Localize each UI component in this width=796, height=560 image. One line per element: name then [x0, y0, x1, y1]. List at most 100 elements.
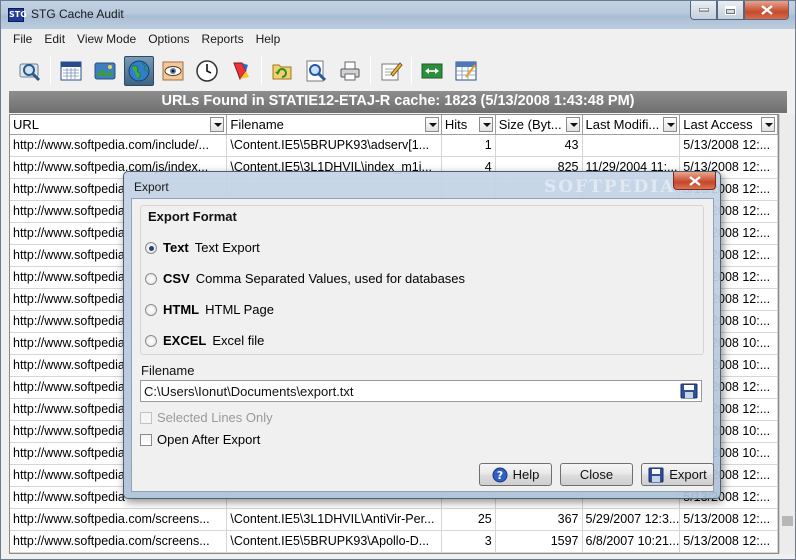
watermark: SOFTPEDIA: [544, 177, 676, 197]
title-bar[interactable]: STG STG Cache Audit: [1, 1, 795, 29]
column-filter-dropdown[interactable]: [565, 117, 580, 132]
column-filter-dropdown[interactable]: [663, 117, 678, 132]
clock-icon: [196, 60, 218, 82]
calendar-icon: [60, 61, 82, 81]
eye-icon: [162, 61, 184, 81]
format-option-excel[interactable]: EXCEL Excel file: [145, 333, 264, 348]
globe-button[interactable]: [124, 56, 154, 86]
checkbox-box[interactable]: [140, 433, 152, 446]
selected-lines-only-checkbox: Selected Lines Only: [140, 410, 273, 425]
landscape-icon: [94, 62, 116, 80]
help-icon: ?: [492, 467, 508, 483]
cell-url: http://www.softpedia.com/screens...: [10, 509, 228, 531]
radio-csv[interactable]: [145, 272, 157, 285]
column-header-size[interactable]: Size (Byt...: [496, 115, 583, 135]
table-header: URL Filename Hits Size (Byt... Last Modi…: [10, 115, 778, 135]
menu-view-mode[interactable]: View Mode: [71, 32, 142, 46]
refresh-folder-button[interactable]: [267, 56, 297, 86]
minimize-button[interactable]: [690, 1, 717, 20]
table-row[interactable]: http://www.softpedia.com/screens... \Cont…: [10, 531, 778, 553]
paint-button[interactable]: [226, 56, 256, 86]
cell-last-modified: 6/8/2007 10:21...: [583, 531, 681, 553]
cell-last-access: 5/13/2008 12:...: [680, 135, 778, 157]
menu-reports[interactable]: Reports: [196, 32, 250, 46]
toolbar-separator: [261, 57, 262, 85]
toolbar-separator: [50, 57, 51, 85]
calendar-button[interactable]: [56, 56, 86, 86]
column-header-hits[interactable]: Hits: [442, 115, 496, 135]
cell-url: http://www.softpedia.com/include/...: [10, 135, 228, 157]
column-header-url[interactable]: URL: [10, 115, 228, 135]
toolbar-separator: [411, 57, 412, 85]
scrollbar-thumb[interactable]: [782, 516, 793, 526]
cell-url: http://www.softpedia.com/screens...: [10, 531, 228, 553]
menu-edit[interactable]: Edit: [38, 32, 71, 46]
table-row[interactable]: http://www.softpedia.com/include/... \Con…: [10, 135, 778, 157]
column-filter-dropdown[interactable]: [478, 117, 493, 132]
dialog-close-button[interactable]: [673, 172, 716, 190]
printer-button[interactable]: [335, 56, 365, 86]
cache-summary-banner: URLs Found in STATIE12-ETAJ-R cache: 182…: [9, 91, 787, 113]
open-after-export-checkbox[interactable]: Open After Export: [140, 432, 260, 447]
column-filter-dropdown[interactable]: [424, 117, 439, 132]
filename-input[interactable]: [140, 380, 702, 402]
radio-excel[interactable]: [145, 334, 157, 347]
search-icon: [19, 63, 41, 82]
edit-button[interactable]: [376, 56, 406, 86]
menu-file[interactable]: File: [7, 32, 38, 46]
radio-html[interactable]: [145, 303, 157, 316]
column-filter-dropdown[interactable]: [210, 117, 225, 132]
export-format-group: Export Format Text Text Export CSV Comma S…: [140, 205, 704, 355]
main-window: STG STG Cache Audit File Edit View Mode …: [0, 0, 796, 560]
cell-hits: 1: [442, 135, 496, 157]
export-button[interactable]: Export: [641, 463, 714, 486]
column-header-last-access[interactable]: Last Access: [680, 115, 778, 135]
checkbox-box: [140, 411, 152, 424]
close-icon: [760, 5, 773, 15]
app-icon: STG: [8, 8, 27, 22]
magnifier-button[interactable]: [301, 56, 331, 86]
magnifier-icon: [306, 60, 327, 82]
menu-bar: File Edit View Mode Options Reports Help: [1, 29, 795, 49]
column-header-last-modified[interactable]: Last Modifi...: [583, 115, 681, 135]
vertical-scrollbar[interactable]: [779, 114, 795, 554]
table-row[interactable]: http://www.softpedia.com/screens... \Cont…: [10, 509, 778, 531]
menu-help[interactable]: Help: [250, 32, 287, 46]
close-button[interactable]: [744, 1, 789, 20]
maximize-icon: [725, 5, 736, 15]
cell-filename: \Content.IE5\3L1DHVIL\AntiVir-Per...: [227, 509, 442, 531]
browse-button[interactable]: [678, 382, 700, 400]
format-option-html[interactable]: HTML HTML Page: [145, 302, 274, 317]
menu-options[interactable]: Options: [142, 32, 195, 46]
paint-icon: [233, 62, 249, 81]
export-dialog: Export SOFTPEDIA Export Format Text Text …: [123, 171, 721, 499]
column-filter-dropdown[interactable]: [761, 117, 775, 132]
expand-button[interactable]: [417, 56, 447, 86]
save-icon: [648, 467, 664, 483]
cell-filename: \Content.IE5\5BRUPK93\adserv[1...: [227, 135, 442, 157]
cell-hits: 3: [442, 531, 496, 553]
svg-text:?: ?: [496, 469, 502, 482]
printer-icon: [340, 61, 360, 81]
maximize-button[interactable]: [717, 1, 744, 20]
window-title: STG Cache Audit: [31, 7, 124, 21]
grid-button[interactable]: [451, 56, 481, 86]
cell-last-access: 5/13/2008 12:...: [680, 509, 778, 531]
search-button[interactable]: [15, 56, 45, 86]
clock-button[interactable]: [192, 56, 222, 86]
close-dialog-button[interactable]: Close: [560, 463, 633, 486]
expand-icon: [421, 63, 443, 79]
eye-button[interactable]: [158, 56, 188, 86]
cell-size: 367: [496, 509, 583, 531]
cell-last-modified: [583, 135, 681, 157]
help-button[interactable]: ? Help: [479, 463, 552, 486]
filename-label: Filename: [141, 363, 195, 378]
dialog-body: Export Format Text Text Export CSV Comma S…: [131, 198, 714, 492]
landscape-button[interactable]: [90, 56, 120, 86]
format-option-text[interactable]: Text Text Export: [145, 240, 260, 255]
cell-hits: 25: [442, 509, 496, 531]
format-option-csv[interactable]: CSV Comma Separated Values, used for data…: [145, 271, 465, 286]
cell-last-modified: 5/29/2007 12:3...: [583, 509, 681, 531]
column-header-filename[interactable]: Filename: [227, 115, 442, 135]
radio-text[interactable]: [145, 241, 157, 254]
